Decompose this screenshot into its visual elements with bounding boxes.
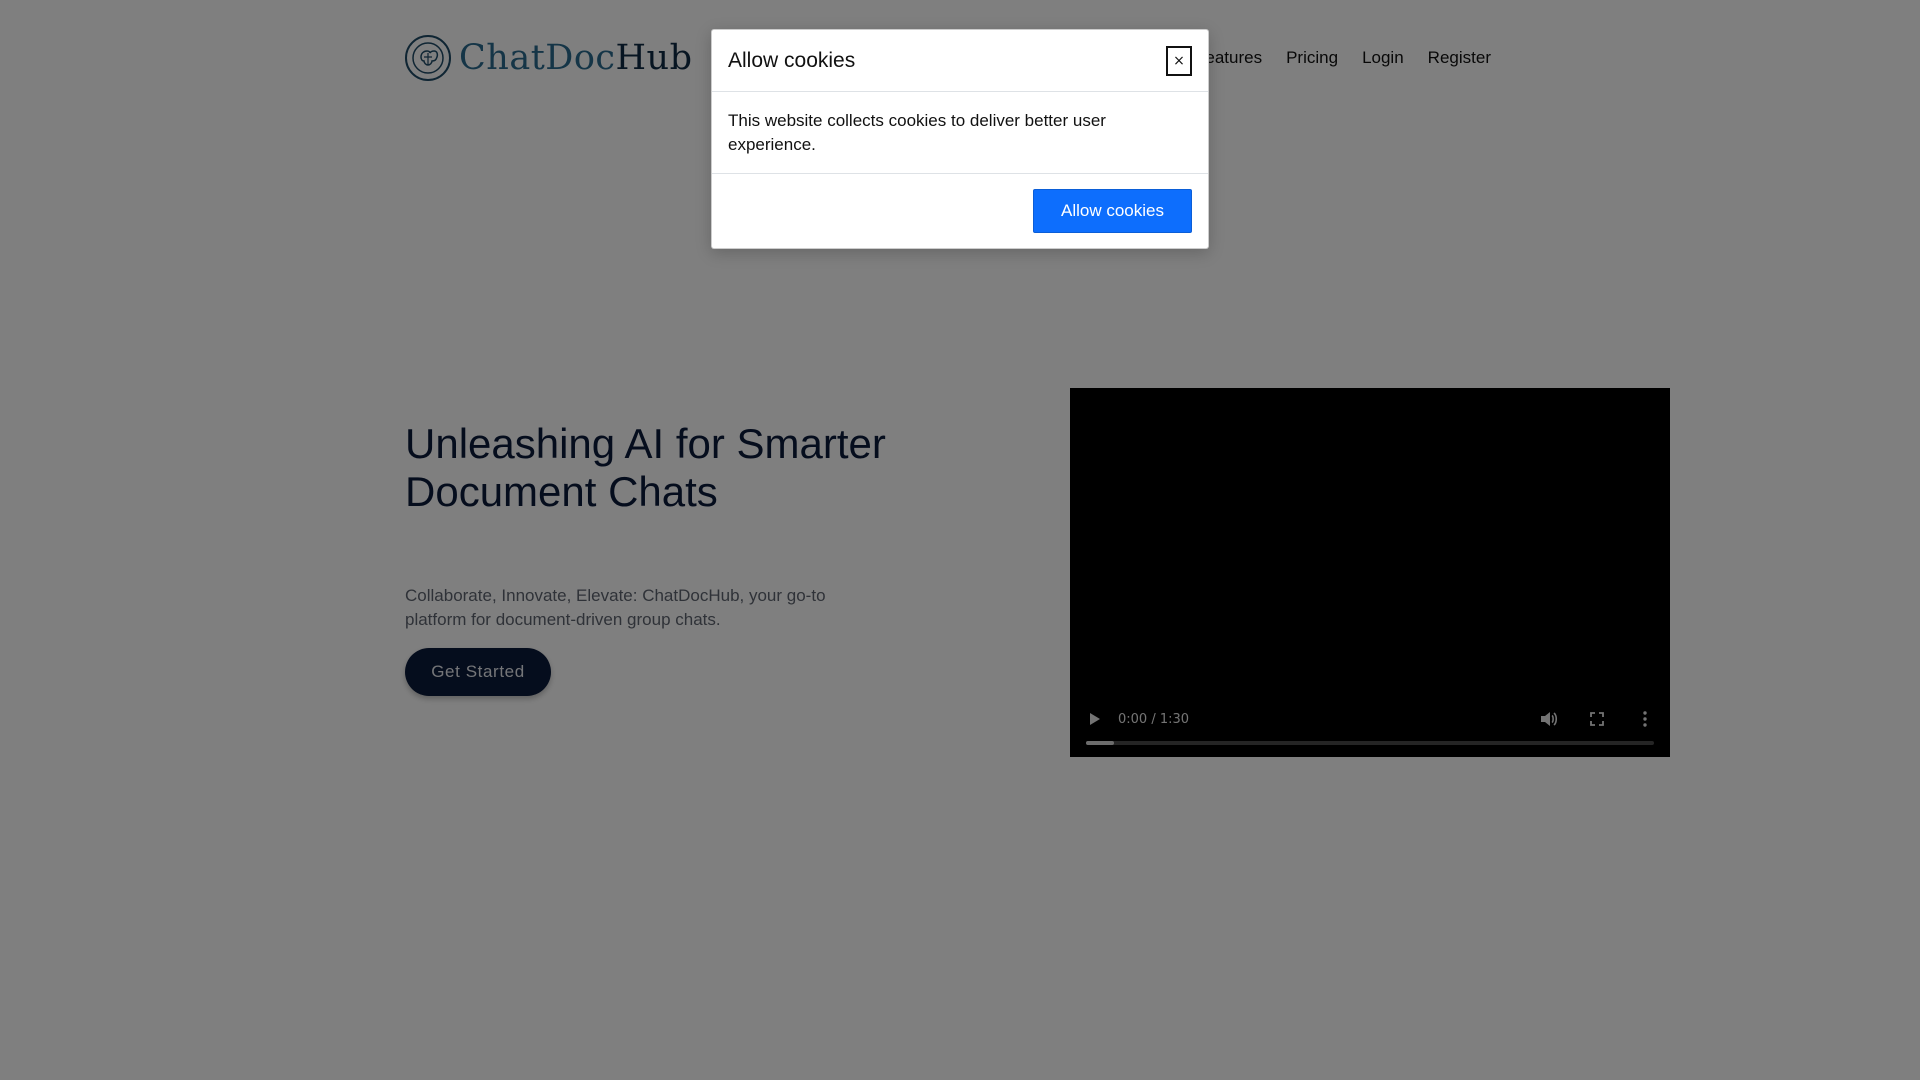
modal-header: Allow cookies × bbox=[712, 30, 1208, 92]
close-icon[interactable]: × bbox=[1166, 45, 1192, 76]
cookie-message: This website collects cookies to deliver… bbox=[728, 111, 1106, 154]
modal-body: This website collects cookies to deliver… bbox=[712, 92, 1208, 174]
allow-cookies-button[interactable]: Allow cookies bbox=[1033, 189, 1192, 233]
modal-footer: Allow cookies bbox=[712, 174, 1208, 248]
modal-title: Allow cookies bbox=[728, 48, 856, 72]
cookie-consent-dialog: Allow cookies × This website collects co… bbox=[711, 29, 1209, 249]
